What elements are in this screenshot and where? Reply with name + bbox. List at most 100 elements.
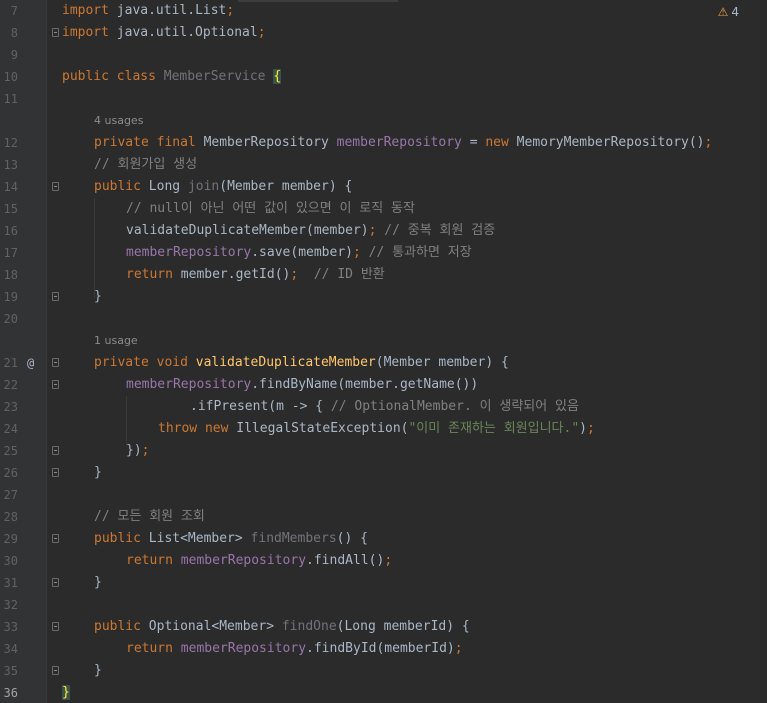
code-text: import java.util.Optional; [62, 25, 266, 40]
code-text: throw new IllegalStateException("이미 존재하는… [158, 421, 595, 436]
line-number: 10 [3, 70, 18, 84]
code-line[interactable]: 24 throw new IllegalStateException("이미 존… [0, 418, 767, 440]
code-line[interactable]: 26 } [0, 462, 767, 484]
line-number: 21 [3, 356, 18, 370]
code-line[interactable]: 16 validateDuplicateMember(member); // 중… [0, 220, 767, 242]
code-line[interactable]: 34 return memberRepository.findById(memb… [0, 638, 767, 660]
line-number: 32 [3, 598, 18, 612]
code-text: .ifPresent(m -> { // OptionalMember. 이 생… [190, 399, 579, 414]
code-line[interactable]: 21 @ private void validateDuplicateMembe… [0, 352, 767, 374]
code-text: } [94, 465, 102, 480]
fold-icon[interactable] [52, 446, 59, 455]
line-number: 25 [3, 444, 18, 458]
fold-icon[interactable] [52, 28, 59, 37]
line-number: 8 [10, 26, 18, 40]
line-number: 19 [3, 290, 18, 304]
line-number: 35 [3, 664, 18, 678]
line-number: 13 [3, 158, 18, 172]
code-line[interactable]: 30 return memberRepository.findAll(); [0, 550, 767, 572]
code-comment: // 모든 회원 조회 [94, 509, 205, 524]
code-text: public List<Member> findMembers() { [94, 531, 368, 546]
line-number: 24 [3, 422, 18, 436]
code-line[interactable]: 13 // 회원가입 생성 [0, 154, 767, 176]
code-text: public Long join(Member member) { [94, 179, 353, 194]
usages-hint[interactable]: 1 usage [94, 330, 138, 352]
code-line[interactable]: 22 memberRepository.findByName(member.ge… [0, 374, 767, 396]
line-number: 17 [3, 246, 18, 260]
line-number: 23 [3, 400, 18, 414]
line-number: 9 [10, 48, 18, 62]
line-number: 12 [3, 136, 18, 150]
code-text: public class MemberService { [62, 69, 282, 84]
line-number: 33 [3, 620, 18, 634]
implementation-marker-icon[interactable]: @ [27, 352, 34, 374]
code-text: validateDuplicateMember(member); // 중복 회… [126, 223, 496, 238]
fold-icon[interactable] [52, 358, 59, 367]
code-text: } [94, 575, 102, 590]
code-text: import java.util.List; [62, 3, 235, 18]
code-line[interactable]: 31 } [0, 572, 767, 594]
line-number: 27 [3, 488, 18, 502]
line-number: 20 [3, 312, 18, 326]
code-line[interactable]: 36 } [0, 682, 767, 703]
line-number: 22 [3, 378, 18, 392]
fold-icon[interactable] [52, 468, 59, 477]
code-line[interactable]: 8 import java.util.Optional; [0, 22, 767, 44]
line-number: 14 [3, 180, 18, 194]
code-editor[interactable]: ⚠ 4 7 import java.util.List; 8 import jav… [0, 0, 767, 703]
code-text: } [62, 682, 70, 703]
line-number: 26 [3, 466, 18, 480]
code-line[interactable]: 11 [0, 88, 767, 110]
code-line[interactable]: 10 public class MemberService { [0, 66, 767, 88]
code-text: return memberRepository.findAll(); [126, 553, 393, 568]
fold-icon[interactable] [52, 534, 59, 543]
usages-hint[interactable]: 4 usages [94, 110, 143, 132]
code-line[interactable]: 19 } [0, 286, 767, 308]
code-line[interactable]: 9 [0, 44, 767, 66]
code-line[interactable]: 14 public Long join(Member member) { [0, 176, 767, 198]
line-number: 18 [3, 268, 18, 282]
code-text: return memberRepository.findById(memberI… [126, 641, 463, 656]
code-text: return member.getId(); // ID 반환 [126, 267, 385, 282]
code-line[interactable]: 15 // null이 아닌 어떤 값이 있으면 이 로직 동작 [0, 198, 767, 220]
code-line[interactable]: 20 [0, 308, 767, 330]
line-number: 34 [3, 642, 18, 656]
code-text: } [94, 289, 102, 304]
code-text: memberRepository.findByName(member.getNa… [126, 377, 479, 392]
line-number: 36 [3, 686, 18, 700]
line-number: 11 [3, 92, 18, 106]
code-line[interactable]: 33 public Optional<Member> findOne(Long … [0, 616, 767, 638]
line-number: 29 [3, 532, 18, 546]
matched-brace: { [273, 69, 282, 84]
usages-hint-row: 4 usages [0, 110, 767, 132]
fold-icon[interactable] [52, 182, 59, 191]
code-line[interactable]: 28 // 모든 회원 조회 [0, 506, 767, 528]
code-line[interactable]: 27 [0, 484, 767, 506]
code-line[interactable]: 32 [0, 594, 767, 616]
code-line[interactable]: 29 public List<Member> findMembers() { [0, 528, 767, 550]
fold-icon[interactable] [52, 666, 59, 675]
code-line[interactable]: 12 private final MemberRepository member… [0, 132, 767, 154]
code-line[interactable]: 25 }); [0, 440, 767, 462]
line-number: 7 [10, 4, 18, 18]
line-number: 30 [3, 554, 18, 568]
code-comment: // 회원가입 생성 [94, 157, 198, 172]
code-comment: // null이 아닌 어떤 값이 있으면 이 로직 동작 [126, 201, 415, 216]
fold-icon[interactable] [52, 380, 59, 389]
code-line[interactable]: 23 .ifPresent(m -> { // OptionalMember. … [0, 396, 767, 418]
line-number: 16 [3, 224, 18, 238]
code-line[interactable]: 7 import java.util.List; [0, 0, 767, 22]
code-line[interactable]: 17 memberRepository.save(member); // 통과하… [0, 242, 767, 264]
code-line[interactable]: 35 } [0, 660, 767, 682]
fold-icon[interactable] [52, 292, 59, 301]
fold-icon[interactable] [52, 578, 59, 587]
code-text: public Optional<Member> findOne(Long mem… [94, 619, 470, 634]
code-text: private void validateDuplicateMember(Mem… [94, 355, 509, 370]
code-text: } [94, 663, 102, 678]
code-text: private final MemberRepository memberRep… [94, 135, 713, 150]
fold-icon[interactable] [52, 622, 59, 631]
code-line[interactable]: 18 return member.getId(); // ID 반환 [0, 264, 767, 286]
line-number: 28 [3, 510, 18, 524]
line-number: 15 [3, 202, 18, 216]
code-text: }); [126, 443, 150, 458]
